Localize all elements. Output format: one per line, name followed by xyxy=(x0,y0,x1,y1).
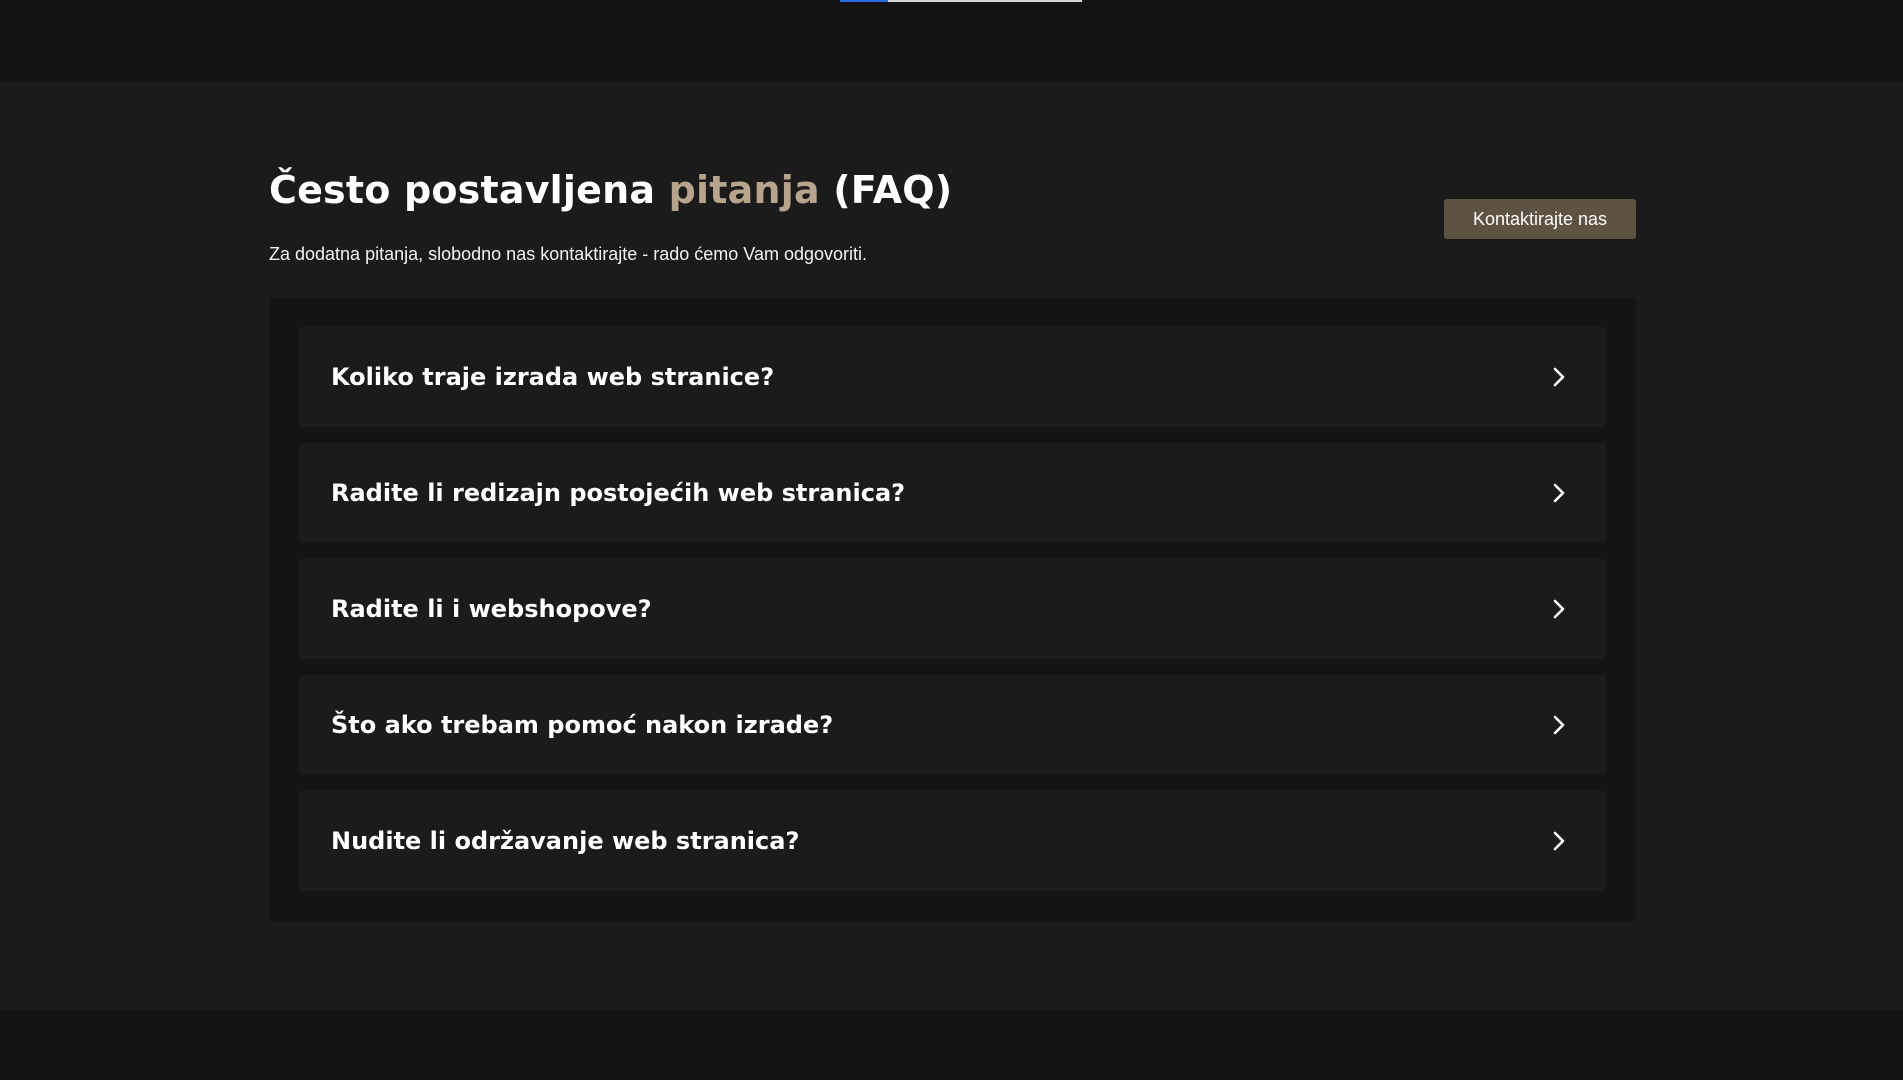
chevron-right-icon xyxy=(1550,366,1568,388)
faq-subtitle: Za dodatna pitanja, slobodno nas kontakt… xyxy=(269,244,868,264)
faq-title: Često postavljena pitanja (FAQ) xyxy=(269,168,952,212)
page: Često postavljena pitanja (FAQ) Za dodat… xyxy=(0,0,1903,1080)
faq-list: Koliko traje izrada web stranice? Radite… xyxy=(269,297,1636,921)
faq-item[interactable]: Radite li i webshopove? xyxy=(299,559,1606,659)
faq-question: Radite li i webshopove? xyxy=(331,595,652,623)
faq-item[interactable]: Što ako trebam pomoć nakon izrade? xyxy=(299,675,1606,775)
faq-item[interactable]: Radite li redizajn postojećih web strani… xyxy=(299,443,1606,543)
faq-title-part1: Često postavljena xyxy=(269,168,669,212)
faq-question: Radite li redizajn postojećih web strani… xyxy=(331,479,906,507)
chevron-right-icon xyxy=(1550,598,1568,620)
faq-section: Često postavljena pitanja (FAQ) Za dodat… xyxy=(0,82,1903,1010)
chevron-right-icon xyxy=(1550,482,1568,504)
scroll-progress-bar xyxy=(840,0,1082,2)
faq-item[interactable]: Koliko traje izrada web stranice? xyxy=(299,327,1606,427)
next-section-band xyxy=(0,1010,1903,1080)
chevron-right-icon xyxy=(1550,830,1568,852)
faq-item[interactable]: Nudite li održavanje web stranica? xyxy=(299,791,1606,891)
contact-button[interactable]: Kontaktirajte nas xyxy=(1444,199,1636,239)
faq-question: Koliko traje izrada web stranice? xyxy=(331,363,775,391)
faq-question: Što ako trebam pomoć nakon izrade? xyxy=(331,711,834,739)
faq-question: Nudite li održavanje web stranica? xyxy=(331,827,800,855)
faq-title-part2: (FAQ) xyxy=(819,168,953,212)
scroll-progress-fill xyxy=(840,0,889,2)
faq-title-accent: pitanja xyxy=(668,168,820,212)
previous-section-band xyxy=(0,0,1903,82)
chevron-right-icon xyxy=(1550,714,1568,736)
